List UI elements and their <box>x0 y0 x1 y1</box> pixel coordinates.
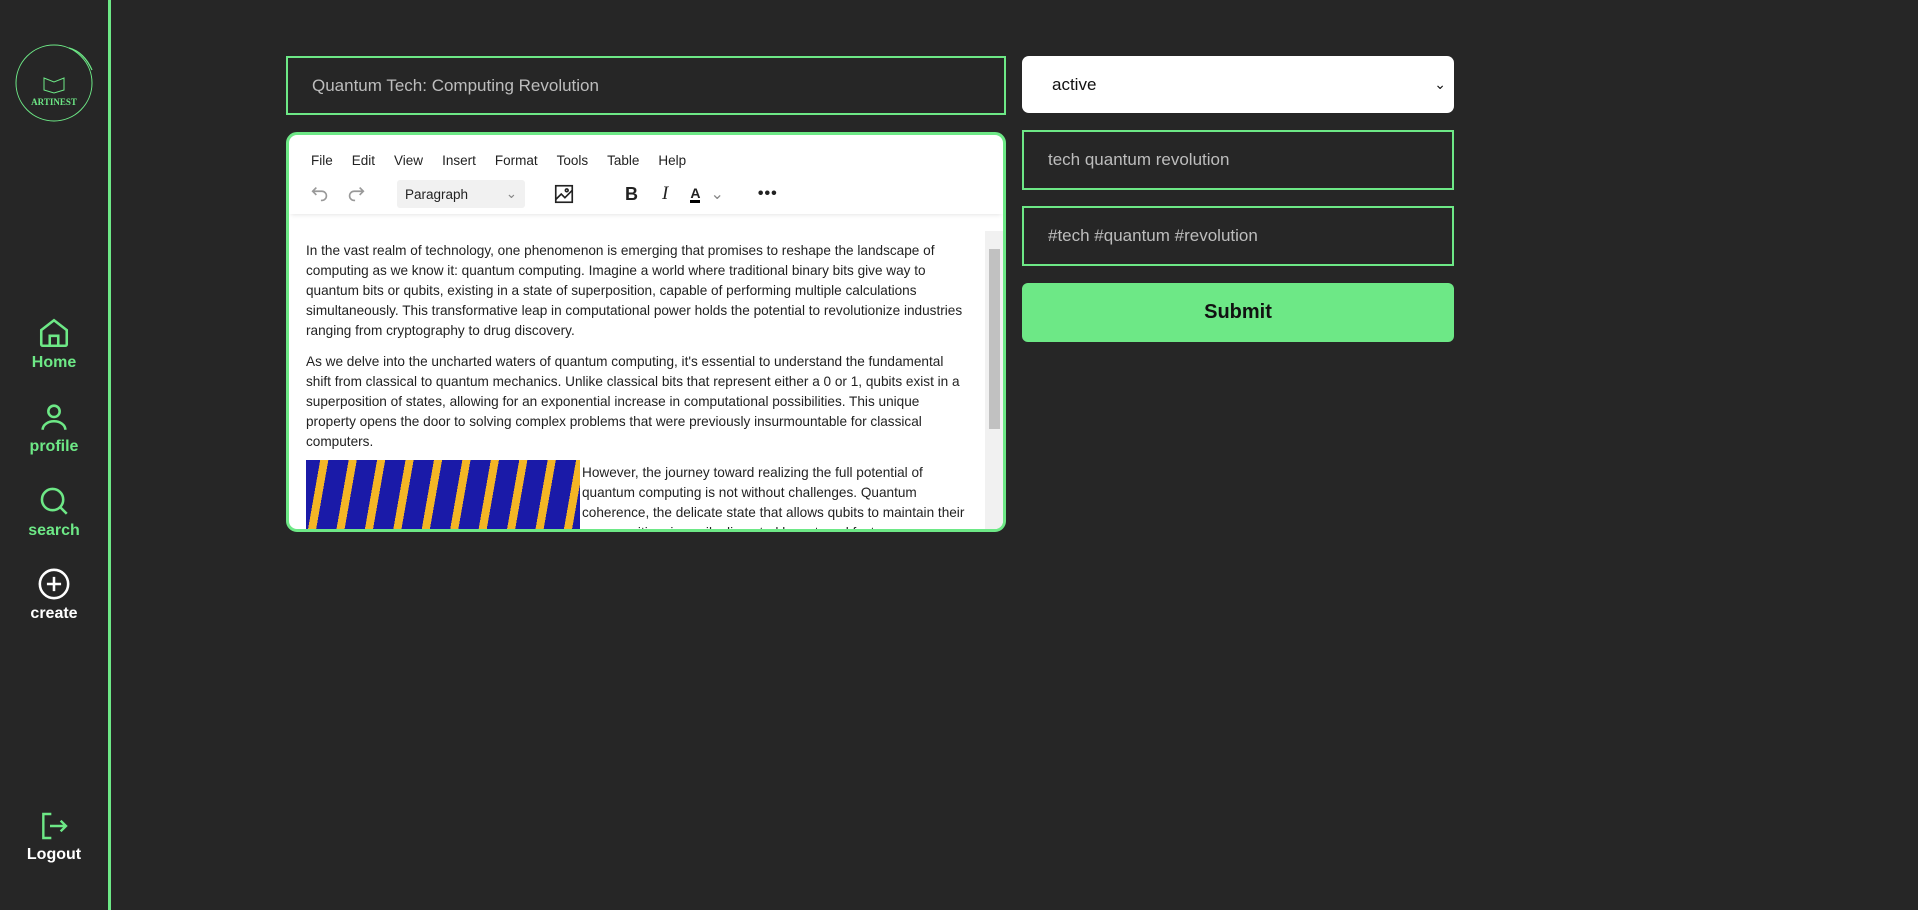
chevron-down-icon[interactable]: ⌄ <box>710 184 723 204</box>
italic-icon[interactable]: I <box>662 183 668 205</box>
menu-insert[interactable]: Insert <box>442 153 476 168</box>
title-input[interactable]: Quantum Tech: Computing Revolution <box>286 56 1006 115</box>
status-select[interactable]: active ⌄ <box>1022 56 1454 113</box>
sidebar-item-search[interactable]: search <box>0 484 108 540</box>
undo-icon[interactable] <box>309 183 331 205</box>
sidebar-item-create[interactable]: create <box>0 567 108 623</box>
editor-menubar: File Edit View Insert Format Tools Table… <box>289 135 1003 168</box>
chevron-down-icon: ⌄ <box>1434 76 1446 92</box>
paragraph: As we delve into the uncharted waters of… <box>306 354 960 449</box>
hashtags-input[interactable]: #tech #quantum #revolution <box>1022 206 1454 266</box>
menu-edit[interactable]: Edit <box>352 153 375 168</box>
menu-help[interactable]: Help <box>658 153 686 168</box>
logout-button[interactable]: Logout <box>0 810 108 864</box>
svg-text:ARTINEST: ARTINEST <box>31 97 77 107</box>
menu-view[interactable]: View <box>394 153 423 168</box>
chevron-down-icon: ⌄ <box>505 186 517 201</box>
menu-table[interactable]: Table <box>607 153 639 168</box>
search-icon <box>40 487 68 515</box>
hashtags-input-value: #tech #quantum #revolution <box>1048 226 1258 245</box>
plus-circle-icon <box>38 568 70 600</box>
bold-icon[interactable]: B <box>625 184 638 205</box>
redo-icon[interactable] <box>345 183 367 205</box>
sidebar-item-home[interactable]: Home <box>0 316 108 372</box>
block-format-value: Paragraph <box>405 186 469 202</box>
menu-format[interactable]: Format <box>495 153 538 168</box>
artinest-logo[interactable]: ARTINEST <box>14 40 94 122</box>
keywords-input-value: tech quantum revolution <box>1048 150 1230 169</box>
logout-icon <box>42 812 68 840</box>
editor-toolbar: Paragraph ⌄ B I A ⌄ ••• <box>289 174 1003 214</box>
editor-scrollbar[interactable] <box>985 231 1003 529</box>
paragraph: In the vast realm of technology, one phe… <box>306 243 963 338</box>
menu-tools[interactable]: Tools <box>557 153 589 168</box>
scrollbar-thumb[interactable] <box>989 249 1000 429</box>
editor-content[interactable]: In the vast realm of technology, one phe… <box>289 231 983 529</box>
sidebar-item-label: Home <box>31 354 77 371</box>
menu-file[interactable]: File <box>311 153 333 168</box>
sidebar-item-label: search <box>28 522 80 539</box>
sidebar: ARTINEST Home profile search create Logo… <box>0 0 111 910</box>
status-select-value: active <box>1052 74 1097 94</box>
block-format-dropdown[interactable]: Paragraph ⌄ <box>397 180 525 208</box>
home-icon <box>39 318 69 348</box>
sidebar-item-label: create <box>30 605 78 622</box>
rich-text-editor[interactable]: File Edit View Insert Format Tools Table… <box>286 132 1006 532</box>
text-color-icon[interactable]: A <box>690 186 701 203</box>
user-icon <box>41 404 67 430</box>
sidebar-item-label: profile <box>29 438 79 455</box>
logout-label: Logout <box>26 846 82 863</box>
keywords-input[interactable]: tech quantum revolution <box>1022 130 1454 190</box>
server-rack-image <box>306 460 580 529</box>
more-icon[interactable]: ••• <box>758 185 778 203</box>
submit-button[interactable]: Submit <box>1022 283 1454 342</box>
insert-image-icon[interactable] <box>553 183 575 205</box>
sidebar-item-profile[interactable]: profile <box>0 400 108 456</box>
title-input-value: Quantum Tech: Computing Revolution <box>312 75 599 95</box>
